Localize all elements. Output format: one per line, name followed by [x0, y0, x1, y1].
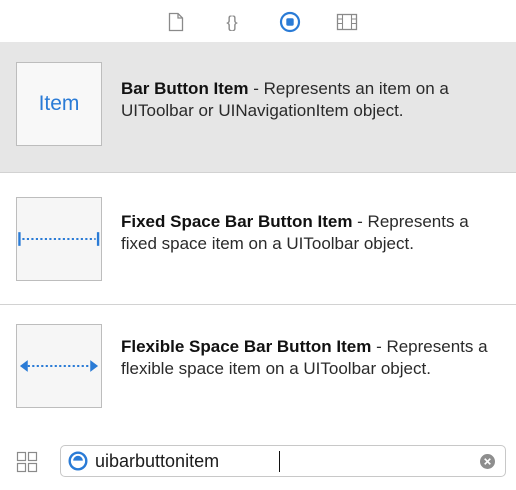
list-item-flexible-space-bar-button-item[interactable]: Flexible Space Bar Button Item - Represe… [0, 305, 516, 435]
bar-button-item-preview: Item [38, 92, 80, 115]
filter-bar [0, 432, 516, 490]
tab-media-library[interactable] [332, 8, 362, 36]
item-description: Fixed Space Bar Button Item - Represents… [121, 211, 491, 254]
filter-scope-icon [68, 451, 88, 471]
library-tab-bar: {} [0, 0, 516, 42]
text-cursor [279, 451, 280, 472]
item-name: Fixed Space Bar Button Item [121, 212, 353, 231]
media-library-icon [336, 13, 358, 31]
grid-view-icon [16, 451, 38, 473]
file-template-icon [168, 12, 184, 32]
item-description: Flexible Space Bar Button Item - Represe… [121, 336, 491, 379]
flexible-space-icon [19, 360, 99, 372]
list-item-fixed-space-bar-button-item[interactable]: Fixed Space Bar Button Item - Represents… [0, 173, 516, 303]
object-library-icon [279, 11, 301, 33]
grid-view-toggle[interactable] [16, 451, 38, 473]
item-name: Bar Button Item [121, 79, 249, 98]
svg-text:{}: {} [226, 13, 238, 32]
item-separator-text: - [371, 337, 387, 356]
fixed-space-icon [18, 232, 100, 246]
code-snippet-icon: {} [226, 13, 238, 32]
list-item-bar-button-item[interactable]: Item Bar Button Item - Represents an ite… [0, 42, 516, 172]
clear-icon [484, 458, 491, 465]
item-thumbnail [16, 197, 102, 281]
filter-input[interactable] [95, 449, 465, 473]
filter-scope-button[interactable] [68, 451, 88, 471]
item-description: Bar Button Item - Represents an item on … [121, 78, 491, 121]
item-thumbnail: Item [16, 62, 102, 146]
item-thumbnail [16, 324, 102, 408]
tab-file-templates[interactable] [161, 8, 191, 36]
clear-filter-button[interactable] [480, 454, 495, 469]
item-name: Flexible Space Bar Button Item [121, 337, 372, 356]
tab-object-library[interactable] [275, 8, 305, 36]
item-separator-text: - [248, 79, 264, 98]
object-library-list: Item Bar Button Item - Represents an ite… [0, 42, 516, 432]
item-separator-text: - [352, 212, 368, 231]
filter-field[interactable] [60, 445, 506, 477]
tab-code-snippets[interactable]: {} [217, 8, 247, 36]
